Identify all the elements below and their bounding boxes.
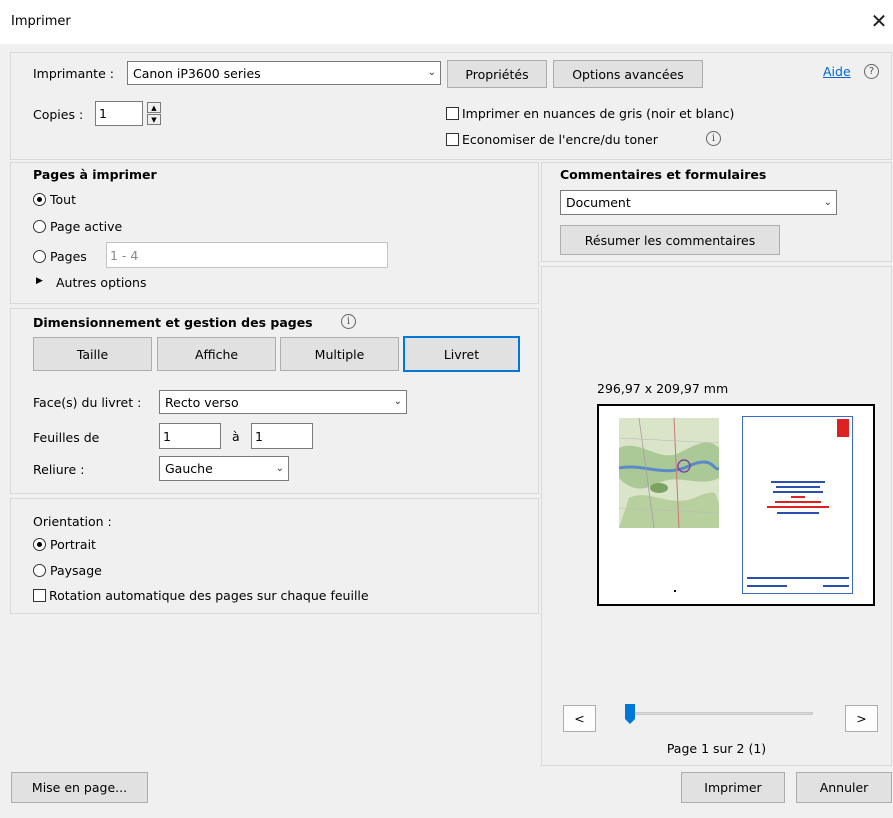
title-bar <box>0 0 893 44</box>
sheets-label: Feuilles de <box>33 430 100 445</box>
tab-booklet-label: Livret <box>443 346 480 362</box>
pages-heading: Pages à imprimer <box>33 167 157 182</box>
grayscale-label: Imprimer en nuances de gris (noir et bla… <box>462 106 735 121</box>
comments-select[interactable]: Document ⌄ <box>560 190 837 215</box>
page-indicator: Page 1 sur 2 (1) <box>666 741 767 756</box>
properties-button[interactable]: Propriétés <box>447 60 547 88</box>
help-icon[interactable]: ? <box>864 64 879 79</box>
preview-sheet <box>597 404 875 606</box>
save-ink-checkbox[interactable] <box>446 133 459 146</box>
tab-poster[interactable]: Affiche <box>157 337 276 371</box>
next-page-button[interactable]: > <box>845 705 878 732</box>
save-ink-label: Economiser de l'encre/du toner <box>462 132 658 147</box>
chevron-down-icon: ⌄ <box>393 395 402 407</box>
copies-down-button[interactable]: ▼ <box>147 114 161 125</box>
binding-value: Gauche <box>165 461 213 476</box>
copies-up-button[interactable]: ▲ <box>147 102 161 113</box>
auto-rotate-checkbox[interactable] <box>33 589 46 602</box>
booklet-sides-value: Recto verso <box>165 394 239 410</box>
binding-select[interactable]: Gauche ⌄ <box>159 456 289 481</box>
pages-all-radio[interactable] <box>33 193 46 206</box>
pages-range-radio[interactable] <box>33 250 46 263</box>
logo-mark <box>837 419 849 437</box>
document-thumbnail <box>742 416 853 594</box>
footer-line <box>823 585 849 587</box>
auto-rotate-label: Rotation automatique des pages sur chaqu… <box>49 588 369 603</box>
chevron-left-icon: < <box>574 711 585 726</box>
prev-page-button[interactable]: < <box>563 705 596 732</box>
help-link[interactable]: Aide <box>823 64 851 79</box>
grayscale-checkbox[interactable] <box>446 107 459 120</box>
info-icon[interactable]: i <box>341 314 356 329</box>
copies-input[interactable]: 1 <box>95 101 143 126</box>
tab-booklet[interactable]: Livret <box>403 336 520 372</box>
pages-range-input[interactable]: 1 - 4 <box>106 242 388 268</box>
pages-current-label: Page active <box>50 219 123 234</box>
landscape-label: Paysage <box>50 563 102 578</box>
chevron-down-icon: ⌄ <box>275 462 284 474</box>
window-title: Imprimer <box>11 14 71 29</box>
chevron-right-icon: > <box>856 711 867 726</box>
orientation-heading: Orientation : <box>33 514 112 529</box>
sheets-from-input[interactable]: 1 <box>159 423 221 449</box>
info-icon[interactable]: i <box>706 131 721 146</box>
expand-triangle-icon[interactable]: ▶ <box>36 276 43 286</box>
map-thumbnail <box>619 418 719 528</box>
binding-label: Reliure : <box>33 462 85 477</box>
advanced-options-button[interactable]: Options avancées <box>553 60 703 88</box>
tab-size-label: Taille <box>76 346 109 362</box>
chevron-down-icon: ⌄ <box>427 66 436 78</box>
printer-select-value: Canon iP3600 series <box>133 65 261 81</box>
booklet-sides-label: Face(s) du livret : <box>33 395 142 410</box>
chevron-down-icon: ⌄ <box>823 196 832 208</box>
pages-all-label: Tout <box>50 192 76 207</box>
comments-heading: Commentaires et formulaires <box>560 167 767 182</box>
tab-multiple[interactable]: Multiple <box>280 337 399 371</box>
more-options-toggle[interactable]: Autres options <box>56 275 146 290</box>
title-text-block <box>761 479 835 525</box>
printer-select[interactable]: Canon iP3600 series ⌄ <box>127 61 441 85</box>
sheets-to-input[interactable]: 1 <box>251 423 313 449</box>
pages-current-radio[interactable] <box>33 220 46 233</box>
comments-select-value: Document <box>566 195 631 210</box>
booklet-sides-select[interactable]: Recto verso ⌄ <box>159 390 407 414</box>
sizing-heading: Dimensionnement et gestion des pages <box>33 315 313 330</box>
tab-poster-label: Affiche <box>194 346 239 362</box>
portrait-label: Portrait <box>50 537 96 552</box>
page-dot <box>674 590 676 592</box>
print-button[interactable]: Imprimer <box>681 772 785 803</box>
paper-dimensions: 296,97 x 209,97 mm <box>597 381 729 396</box>
page-setup-button[interactable]: Mise en page... <box>11 772 148 803</box>
cancel-button[interactable]: Annuler <box>796 772 892 803</box>
copies-label: Copies : <box>33 107 84 122</box>
sheets-to-label: à <box>232 429 240 444</box>
printer-label: Imprimante : <box>33 66 114 81</box>
tab-multiple-label: Multiple <box>314 346 365 362</box>
portrait-radio[interactable] <box>33 538 46 551</box>
page-slider-thumb[interactable] <box>624 703 636 725</box>
pages-range-label: Pages <box>50 249 87 264</box>
footer-line <box>747 585 787 587</box>
page-slider-track[interactable] <box>628 712 813 715</box>
footer-line <box>747 577 849 579</box>
summarize-comments-button[interactable]: Résumer les commentaires <box>560 225 780 255</box>
landscape-radio[interactable] <box>33 564 46 577</box>
close-icon[interactable]: ✕ <box>866 8 892 34</box>
tab-size[interactable]: Taille <box>33 337 152 371</box>
